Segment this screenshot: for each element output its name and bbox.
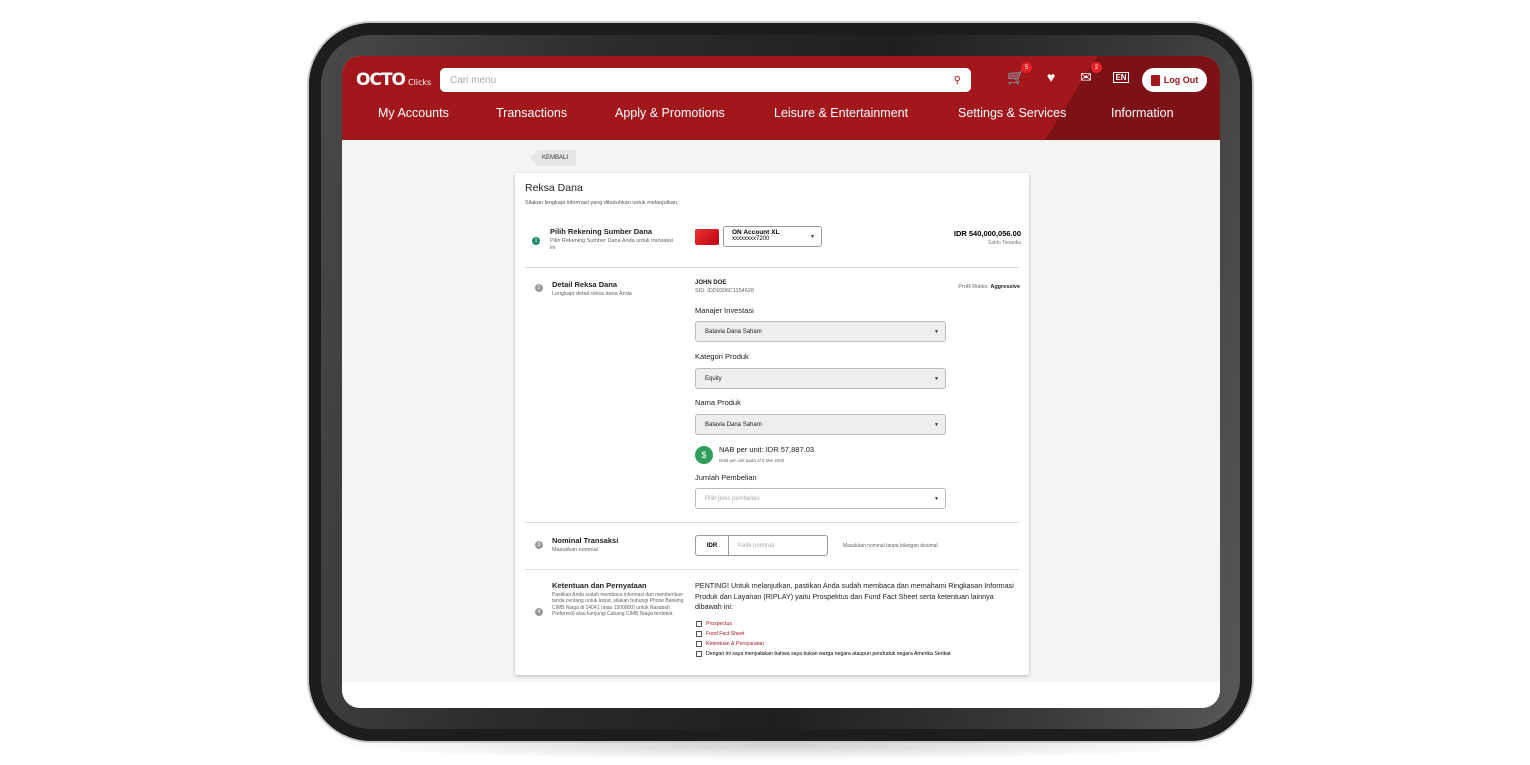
- risk-profile: Profil Risiko: Aggressive: [958, 284, 1020, 291]
- category-label: Kategori Produk: [695, 352, 749, 361]
- logo-sub: Clicks: [407, 78, 432, 87]
- checkbox-label[interactable]: Ketentuan & Persyaratan: [706, 641, 764, 647]
- main-nav: My Accounts Transactions Apply & Promoti…: [342, 106, 1220, 128]
- divider: [525, 522, 1019, 523]
- step-2-desc: Lengkapi detail reksa dana Anda: [552, 291, 632, 297]
- divider: [525, 267, 1019, 268]
- cart-badge: 5: [1021, 62, 1032, 73]
- manager-label: Manajer Investasi: [695, 306, 754, 315]
- language-label: EN: [1113, 71, 1129, 83]
- nav-transactions[interactable]: Transactions: [496, 106, 567, 120]
- product-value: Batavia Dana Saham: [705, 421, 762, 428]
- form-card: Reksa Dana Silakan lengkapi informasi ya…: [515, 173, 1029, 675]
- nav-my-accounts[interactable]: My Accounts: [378, 106, 449, 120]
- stage: OCTO Clicks Cari menu ⚲ 🛒 5 ♥ ✉ 2 EN Log…: [0, 0, 1530, 765]
- nav-apply-promotions[interactable]: Apply & Promotions: [615, 106, 725, 120]
- risk-label: Profil Risiko:: [958, 284, 989, 290]
- customer-name: JOHN DOE: [695, 280, 727, 286]
- nav-information[interactable]: Information: [1111, 106, 1174, 120]
- checkbox-box[interactable]: [696, 651, 702, 657]
- chevron-down-icon: ▼: [934, 375, 939, 382]
- balance-amount: IDR 540,000,056.00: [953, 229, 1021, 238]
- purchase-label: Jumlah Pembelian: [695, 473, 757, 482]
- inbox-button[interactable]: ✉ 2: [1077, 62, 1102, 86]
- riplay-notice: PENTING! Untuk melanjutkan, pastikan And…: [695, 581, 1014, 611]
- tablet-screen: OCTO Clicks Cari menu ⚲ 🛒 5 ♥ ✉ 2 EN Log…: [342, 56, 1220, 708]
- step-4-number: 4: [535, 608, 543, 616]
- search-icon[interactable]: ⚲: [954, 75, 961, 86]
- checkbox-box[interactable]: [696, 621, 702, 627]
- step-3-title: Nominal Transaksi: [552, 536, 619, 545]
- nav-leisure-entertainment[interactable]: Leisure & Entertainment: [774, 106, 908, 120]
- chevron-down-icon: ▼: [810, 233, 815, 240]
- available-balance: IDR 540,000,056.00 Saldo Tersedia: [954, 229, 1021, 246]
- step-1-title: Pilih Rekening Sumber Dana: [550, 227, 653, 236]
- step-4-title: Ketentuan dan Pernyataan: [552, 581, 647, 590]
- step-3-desc: Masukkan nominal: [552, 547, 598, 553]
- nab-date: NAB per unit pada of 5 Mei 2020: [719, 458, 785, 463]
- checkbox-us-declaration[interactable]: Dengan ini saya menyatakan bahwa saya bu…: [696, 651, 951, 657]
- search-bar[interactable]: Cari menu ⚲: [440, 68, 971, 92]
- category-select[interactable]: Equity ▼: [695, 368, 946, 389]
- page-subtitle: Silakan lengkapi informasi yang dibutuhk…: [525, 200, 679, 206]
- manager-select[interactable]: Batavia Dana Saham ▼: [695, 321, 946, 342]
- product-label: Nama Produk: [695, 398, 741, 407]
- amount-field[interactable]: IDR Ketik nominal: [695, 535, 828, 556]
- octo-logo[interactable]: OCTO Clicks: [356, 70, 431, 90]
- checkbox-box[interactable]: [696, 631, 702, 637]
- top-bar: OCTO Clicks Cari menu ⚲ 🛒 5 ♥ ✉ 2 EN Log…: [342, 56, 1220, 140]
- currency-label: IDR: [696, 536, 729, 555]
- category-value: Equity: [705, 375, 722, 382]
- checkbox-box[interactable]: [696, 641, 702, 647]
- step-3-number: 3: [535, 541, 543, 549]
- divider: [525, 569, 1019, 570]
- chevron-down-icon: ▼: [934, 495, 939, 502]
- customer-sid: SID: IDD0306C1154628: [695, 288, 754, 294]
- logout-button[interactable]: Log Out: [1142, 68, 1207, 92]
- step-1-desc: Pilih Rekening Sumber Dana Anda untuk tr…: [550, 238, 674, 251]
- purchase-select[interactable]: Pilih jenis pembelian ▼: [695, 488, 946, 509]
- product-select[interactable]: Batavia Dana Saham ▼: [695, 414, 946, 435]
- checkbox-label: Dengan ini saya menyatakan bahwa saya bu…: [706, 651, 951, 657]
- money-hand-icon: $: [695, 446, 713, 464]
- chevron-down-icon: ▼: [934, 328, 939, 335]
- back-button[interactable]: KEMBALI: [530, 150, 577, 166]
- account-select[interactable]: ON Account XL xxxxxxxx7200 ▼: [723, 226, 822, 247]
- step-2-title: Detail Reksa Dana: [552, 280, 618, 289]
- chevron-down-icon: ▼: [934, 421, 939, 428]
- screen-bottom: [342, 682, 1220, 708]
- logo-text: OCTO: [356, 70, 406, 90]
- heart-icon: ♥: [1046, 69, 1056, 85]
- purchase-placeholder: Pilih jenis pembelian: [705, 495, 760, 502]
- checkbox-fund-fact-sheet[interactable]: Fund Fact Sheet: [696, 631, 744, 637]
- step-4-desc: Pastikan Anda sudah membaca informasi da…: [552, 592, 684, 617]
- logout-label: Log Out: [1163, 75, 1199, 85]
- checkbox-label[interactable]: Fund Fact Sheet: [706, 631, 744, 637]
- account-number: xxxxxxxx7200: [732, 236, 770, 242]
- checkbox-label[interactable]: Prospectus: [706, 621, 732, 627]
- cart-button[interactable]: 🛒 5: [1007, 62, 1032, 86]
- manager-value: Batavia Dana Saham: [705, 328, 762, 335]
- mail-badge: 2: [1091, 62, 1102, 73]
- credit-card-icon: [695, 229, 719, 245]
- checkbox-prospectus[interactable]: Prospectus: [696, 621, 732, 627]
- page-title: Reksa Dana: [525, 182, 583, 194]
- main-content: KEMBALI Reksa Dana Silakan lengkapi info…: [342, 140, 1220, 682]
- amount-hint: Masukkan nominal tanpa bilangan desimal: [843, 543, 938, 549]
- amount-input[interactable]: Ketik nominal: [729, 536, 774, 555]
- logout-icon: [1150, 74, 1160, 86]
- step-2-number: 2: [535, 284, 543, 292]
- favorite-button[interactable]: ♥: [1042, 68, 1060, 86]
- top-icons: 🛒 5 ♥ ✉ 2 EN: [1007, 62, 1130, 86]
- risk-value: Aggressive: [990, 284, 1020, 290]
- account-name: ON Account XL: [732, 229, 780, 236]
- nab-text: NAB per unit: IDR 57,887.03: [719, 445, 815, 454]
- mail-icon: ✉: [1080, 68, 1092, 85]
- language-button[interactable]: EN: [1112, 68, 1130, 86]
- balance-label: Saldo Tersedia: [988, 240, 1021, 246]
- search-input[interactable]: Cari menu: [450, 75, 954, 86]
- nav-settings-services[interactable]: Settings & Services: [958, 106, 1066, 120]
- checkbox-terms[interactable]: Ketentuan & Persyaratan: [696, 641, 764, 647]
- step-1-number: 1: [532, 237, 540, 245]
